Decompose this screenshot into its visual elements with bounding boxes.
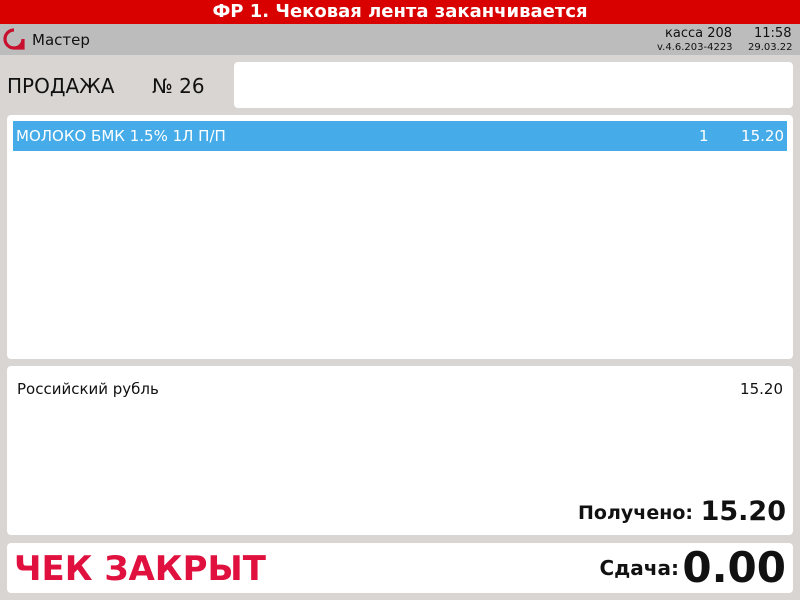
register-number: касса 208 bbox=[665, 26, 733, 41]
payments-panel: Российский рубль 15.20 Получено: 15.20 bbox=[7, 366, 793, 535]
operation-title: ПРОДАЖА bbox=[7, 74, 115, 98]
receipt-items-list[interactable]: МОЛОКО БМК 1.5% 1Л П/П 1 15.20 bbox=[7, 115, 793, 359]
barcode-input[interactable] bbox=[234, 62, 793, 108]
item-sum: 15.20 bbox=[741, 127, 784, 145]
current-date: 29.03.22 bbox=[748, 42, 793, 53]
list-item[interactable]: МОЛОКО БМК 1.5% 1Л П/П 1 15.20 bbox=[13, 121, 787, 151]
app-version: v.4.6.203-4223 bbox=[657, 42, 733, 53]
received-value: 15.20 bbox=[700, 496, 786, 527]
receipt-summary: ЧЕК ЗАКРЫТ Сдача: 0.00 bbox=[7, 543, 793, 593]
alert-banner: ФР 1. Чековая лента заканчивается bbox=[0, 0, 800, 24]
item-name: МОЛОКО БМК 1.5% 1Л П/П bbox=[16, 127, 226, 145]
change-label: Сдача: bbox=[599, 556, 679, 580]
receipt-number: № 26 bbox=[152, 74, 205, 98]
payment-amount: 15.20 bbox=[740, 380, 783, 398]
item-quantity: 1 bbox=[699, 127, 709, 145]
received-label: Получено: bbox=[578, 502, 693, 524]
clock: 11:58 bbox=[754, 26, 792, 41]
change-value: 0.00 bbox=[682, 543, 786, 592]
receipt-status: ЧЕК ЗАКРЫТ bbox=[14, 549, 266, 589]
cashier-name: Мастер bbox=[32, 31, 90, 49]
brand-logo-icon bbox=[3, 28, 25, 50]
payment-currency: Российский рубль bbox=[17, 380, 159, 398]
status-bar: Мастер касса 208 11:58 v.4.6.203-4223 29… bbox=[0, 24, 800, 55]
